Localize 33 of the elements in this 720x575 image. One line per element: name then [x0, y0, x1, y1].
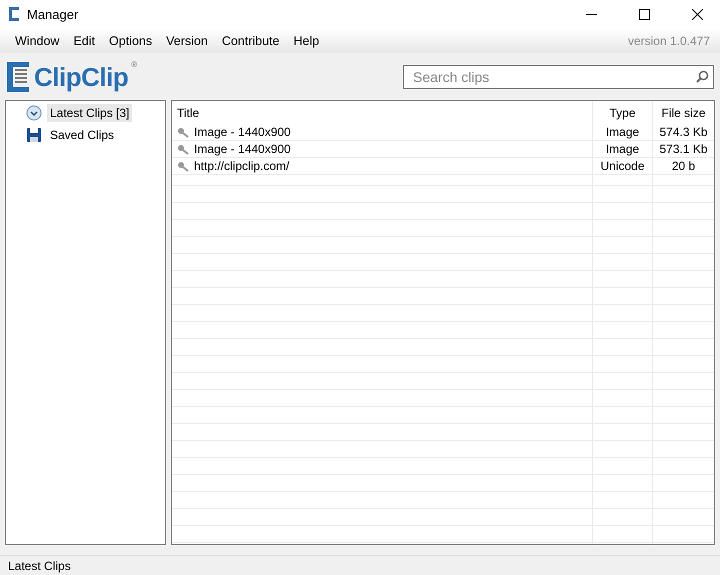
search-box[interactable]: Search clips	[403, 64, 714, 88]
sidebar-item[interactable]: Latest Clips [3]	[47, 104, 132, 122]
menu-item[interactable]: Options	[102, 34, 160, 48]
logo-text: ClipClip	[34, 60, 128, 94]
table-cell: 573.1 Kb	[652, 141, 714, 157]
magnifier-icon	[177, 144, 189, 154]
table-cell: 574.3 Kb	[652, 124, 714, 140]
table-cell: Unicode	[592, 158, 652, 174]
sidebar-item[interactable]: Saved Clips	[47, 126, 118, 144]
table-cell: Image	[592, 124, 652, 140]
table-cell: http://clipclip.com/	[172, 158, 592, 174]
table-cell: 20 b	[652, 158, 714, 174]
menu-item[interactable]: Contribute	[214, 34, 286, 48]
search-icon	[696, 70, 709, 83]
table-cell: Image - 1440x900	[172, 141, 592, 157]
menu-item[interactable]: Window	[8, 34, 66, 48]
magnifier-icon	[177, 126, 189, 138]
version-label: version 1.0.477	[628, 34, 711, 48]
column-header[interactable]: Title	[172, 101, 592, 124]
magnifier-icon	[177, 160, 189, 172]
status-text: Latest Clips	[8, 558, 71, 572]
menu-item[interactable]: Version	[159, 34, 215, 48]
menu-item[interactable]: Edit	[66, 34, 102, 48]
table-cell: Image - 1440x900	[172, 124, 592, 140]
search-field[interactable]: Search clips	[411, 68, 696, 86]
maximize-icon[interactable]	[638, 8, 650, 20]
menu-item[interactable]: Help	[286, 34, 326, 48]
table-cell: Image	[592, 141, 652, 157]
window-title: Manager	[27, 6, 80, 22]
logo-icon	[5, 60, 31, 94]
registered-mark: ®	[131, 60, 138, 68]
app-icon	[8, 6, 20, 22]
close-icon[interactable]	[692, 8, 702, 20]
